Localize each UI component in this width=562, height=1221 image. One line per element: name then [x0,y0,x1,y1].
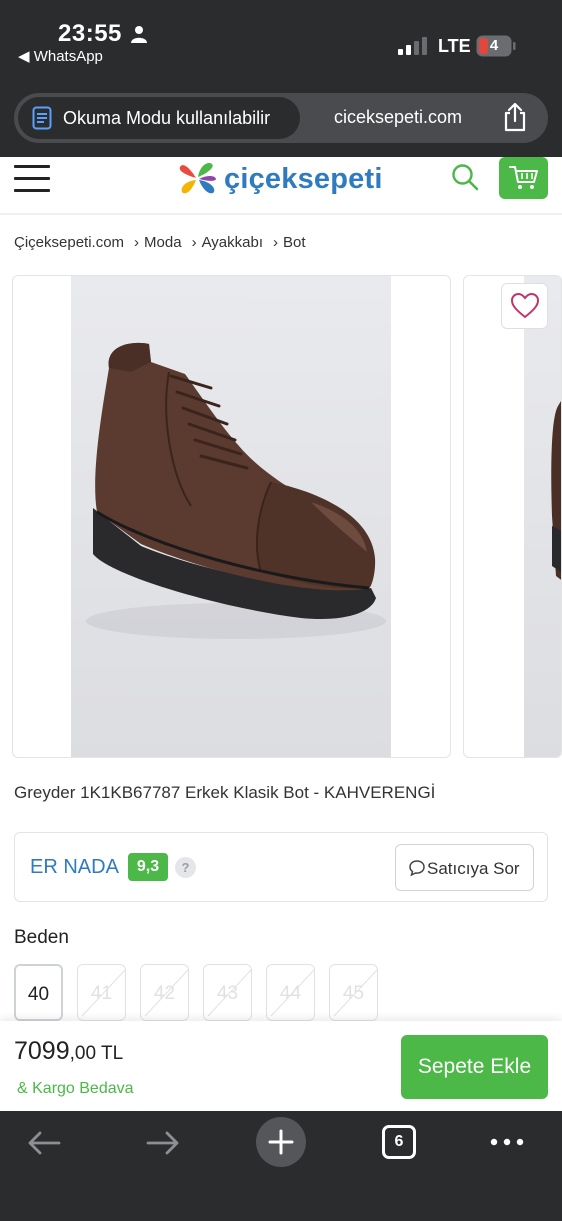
hamburger-menu-icon[interactable] [14,165,50,193]
size-option-45[interactable]: 45 [329,964,378,1021]
url-text[interactable]: ciceksepeti.com [334,107,462,128]
purchase-bar: 7099,00 TL & Kargo Bedava Sepete Ekle [0,1021,562,1111]
search-icon[interactable] [451,163,479,191]
back-arrow-icon[interactable] [26,1128,62,1158]
ask-seller-label: Satıcıya Sor [427,859,520,878]
product-photo [71,276,391,757]
status-time: 23:55 [58,20,122,47]
price: 7099,00 TL [14,1037,123,1066]
chevron-right-icon: › [273,234,279,251]
reader-mode-label: Okuma Modu kullanılabilir [63,108,271,128]
logo-text: çiçeksepeti [224,162,383,195]
battery-level: 4 [489,37,499,54]
boot-image [86,342,386,639]
product-page: 23:55 ◀ WhatsApp LTE 4 Okuma Modu kullan… [0,0,562,1221]
cart-button[interactable] [499,157,548,199]
site-header: çiçeksepeti [0,157,562,215]
address-bar[interactable]: Okuma Modu kullanılabilir ciceksepeti.co… [14,93,548,143]
plus-icon [268,1129,294,1155]
next-product-photo [524,276,561,757]
breadcrumb-item[interactable]: › Ayakkabı [182,234,263,251]
reader-mode-button[interactable]: Okuma Modu kullanılabilir [18,97,300,139]
size-option-42[interactable]: 42 [140,964,189,1021]
share-icon[interactable] [502,102,528,132]
signal-icon [398,37,427,55]
help-icon[interactable]: ? [175,857,196,878]
size-option-40[interactable]: 40 [14,964,63,1021]
breadcrumb: Çiçeksepeti.com › Moda › Ayakkabı › Bot [14,234,306,251]
product-image-card[interactable] [12,275,451,758]
chevron-right-icon: › [134,234,140,251]
reader-mode-icon [32,106,52,130]
favorite-button[interactable] [501,283,548,329]
free-shipping-label: & Kargo Bedava [17,1080,134,1097]
size-option-41[interactable]: 41 [77,964,126,1021]
price-sub: ,00 TL [69,1043,124,1064]
seller-name[interactable]: ER NADA [30,856,119,879]
size-heading: Beden [14,927,69,948]
new-tab-button[interactable] [256,1117,306,1167]
network-type: LTE [438,36,471,56]
size-option-43[interactable]: 43 [203,964,252,1021]
breadcrumb-item[interactable]: Çiçeksepeti.com [14,234,124,251]
next-image-card[interactable] [463,275,562,758]
seller-card: ER NADA 9,3 ? Satıcıya Sor [14,832,548,902]
tabs-icon[interactable]: 6 [382,1125,416,1159]
logo-flower-icon [179,163,216,194]
breadcrumb-item[interactable]: › Moda [124,234,182,251]
product-title: Greyder 1K1KB67787 Erkek Klasik Bot - KA… [14,783,436,802]
more-icon[interactable] [490,1137,524,1147]
breadcrumb-item[interactable]: › Bot [263,234,306,251]
forward-arrow-icon[interactable] [145,1128,181,1158]
add-to-cart-button[interactable]: Sepete Ekle [401,1035,548,1099]
browser-toolbar: 6 [0,1111,562,1221]
size-option-44[interactable]: 44 [266,964,315,1021]
site-logo[interactable]: çiçeksepeti [178,159,383,199]
browser-top-chrome: 23:55 ◀ WhatsApp LTE 4 Okuma Modu kullan… [0,0,562,157]
ask-seller-button[interactable]: Satıcıya Sor [395,844,534,891]
person-icon [131,26,147,43]
seller-score-badge: 9,3 [128,853,168,881]
price-main: 7099 [14,1037,70,1065]
chat-icon [409,860,425,877]
back-to-app-link[interactable]: ◀ WhatsApp [18,47,103,65]
heart-icon [511,293,539,319]
size-options: 40 41 42 43 44 45 [14,964,392,1021]
chevron-right-icon: › [191,234,197,251]
cart-icon [509,166,538,189]
